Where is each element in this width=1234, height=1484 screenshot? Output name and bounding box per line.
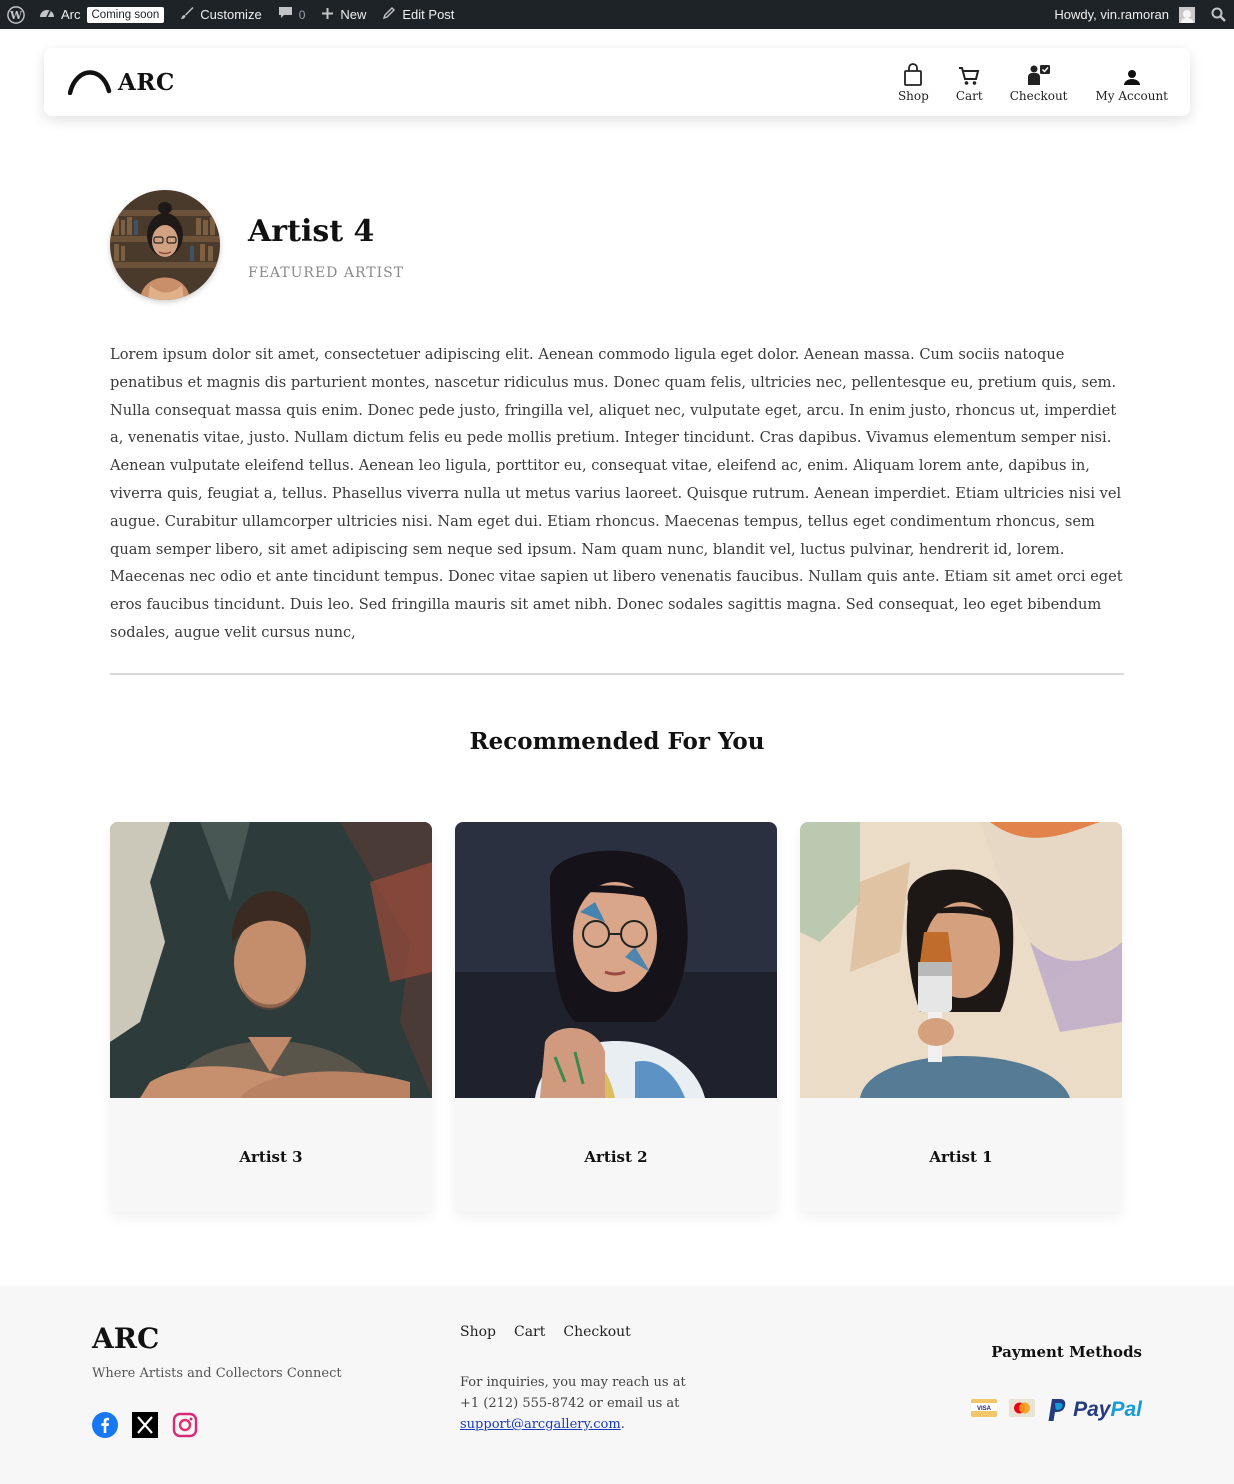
- recommended-cards: Artist 3 Artist 2 Artist 1: [110, 822, 1124, 1220]
- nav-checkout-label: Checkout: [1009, 88, 1068, 103]
- pencil-icon: [382, 6, 396, 23]
- artist-bio: Lorem ipsum dolor sit amet, consectetuer…: [110, 346, 1123, 641]
- nav-cart[interactable]: Cart: [956, 62, 983, 103]
- admin-bar: W Arc Coming soon Customize 0 New Edit P…: [0, 0, 1234, 29]
- artist-card-name: Artist 2: [584, 1148, 648, 1166]
- artist-card-image: [800, 822, 1122, 1098]
- footer-contact: For inquiries, you may reach us at +1 (2…: [460, 1372, 686, 1435]
- paypal-pay-text: Pay: [1073, 1398, 1111, 1421]
- nav-my-account-label: My Account: [1095, 88, 1169, 103]
- customize-link[interactable]: Customize: [172, 0, 269, 29]
- contact-line-1: For inquiries, you may reach us at: [460, 1375, 686, 1390]
- artist-card[interactable]: Artist 2: [455, 822, 777, 1212]
- social-links: [92, 1412, 198, 1442]
- site-name: Arc: [61, 7, 81, 22]
- nav-cart-label: Cart: [955, 88, 983, 103]
- customize-label: Customize: [200, 7, 262, 22]
- visa-card-icon: VISA: [971, 1399, 998, 1421]
- checkout-icon: [1027, 62, 1051, 86]
- nav-checkout[interactable]: Checkout: [1010, 62, 1068, 103]
- artist-name: Artist 4: [248, 214, 375, 249]
- svg-text:W: W: [9, 9, 23, 22]
- artist-subtitle: FEATURED ARTIST: [248, 265, 405, 281]
- artist-avatar: [110, 190, 220, 300]
- account-icon: [1123, 62, 1141, 86]
- nav-shop[interactable]: Shop: [898, 62, 929, 103]
- payment-methods: VISA PayPal: [971, 1398, 1142, 1422]
- contact-line-2: +1 (212) 555-8742 or email us at: [460, 1396, 680, 1411]
- shopping-bag-icon: [903, 62, 923, 86]
- footer-nav: Shop Cart Checkout: [460, 1324, 631, 1340]
- mastercard-icon: [1009, 1399, 1036, 1421]
- new-label: New: [340, 7, 367, 22]
- nav-shop-label: Shop: [897, 88, 929, 103]
- facebook-icon[interactable]: [92, 1412, 118, 1442]
- svg-text:VISA: VISA: [977, 1406, 992, 1412]
- site-name-menu[interactable]: Arc Coming soon: [31, 0, 172, 29]
- edit-post-link[interactable]: Edit Post: [374, 0, 462, 29]
- comments-link[interactable]: 0: [270, 0, 314, 29]
- footer-link-shop[interactable]: Shop: [460, 1324, 496, 1340]
- footer-link-cart[interactable]: Cart: [514, 1324, 545, 1340]
- howdy-text: Howdy, vin.ramoran: [1054, 7, 1169, 22]
- artist-card[interactable]: Artist 3: [110, 822, 432, 1212]
- footer-tagline: Where Artists and Collectors Connect: [92, 1366, 342, 1381]
- artist-card-image: [110, 822, 432, 1098]
- site-header: ARC Shop Cart Checkout My Account: [44, 48, 1190, 116]
- paypal-logo: PayPal: [1047, 1398, 1142, 1422]
- user-account-menu[interactable]: Howdy, vin.ramoran: [1046, 0, 1203, 29]
- support-email-link[interactable]: support@arcgallery.com: [460, 1417, 621, 1432]
- instagram-icon[interactable]: [172, 1412, 198, 1442]
- section-divider: [110, 673, 1124, 675]
- site-footer: ARC Where Artists and Collectors Connect…: [0, 1286, 1234, 1484]
- comment-icon: [278, 6, 293, 23]
- arc-logo-icon: [67, 65, 112, 99]
- brand-name: ARC: [118, 68, 175, 96]
- artist-card-name: Artist 1: [929, 1148, 993, 1166]
- artist-card-name: Artist 3: [239, 1148, 303, 1166]
- main-nav: Shop Cart Checkout My Account: [898, 62, 1168, 103]
- artist-card-image: [455, 822, 777, 1098]
- payment-methods-title: Payment Methods: [991, 1343, 1142, 1361]
- comments-count: 0: [298, 7, 306, 22]
- user-avatar: [1179, 6, 1195, 23]
- plus-icon: [321, 7, 334, 23]
- cart-icon: [958, 62, 980, 86]
- artist-card[interactable]: Artist 1: [800, 822, 1122, 1212]
- nav-my-account[interactable]: My Account: [1095, 62, 1169, 103]
- contact-period: .: [620, 1417, 625, 1432]
- new-content-menu[interactable]: New: [313, 0, 374, 29]
- recommended-title: Recommended For You: [469, 728, 765, 755]
- dashboard-icon: [39, 6, 55, 23]
- edit-post-label: Edit Post: [402, 7, 455, 22]
- brush-icon: [180, 6, 194, 23]
- admin-search-icon[interactable]: [1203, 0, 1234, 29]
- footer-logo[interactable]: ARC: [92, 1322, 159, 1355]
- footer-link-checkout[interactable]: Checkout: [563, 1324, 630, 1340]
- x-twitter-icon[interactable]: [132, 1412, 158, 1442]
- coming-soon-badge: Coming soon: [86, 6, 165, 23]
- paypal-pal-text: Pal: [1110, 1398, 1142, 1421]
- wordpress-logo-icon[interactable]: W: [0, 0, 31, 29]
- site-logo[interactable]: ARC: [67, 65, 175, 99]
